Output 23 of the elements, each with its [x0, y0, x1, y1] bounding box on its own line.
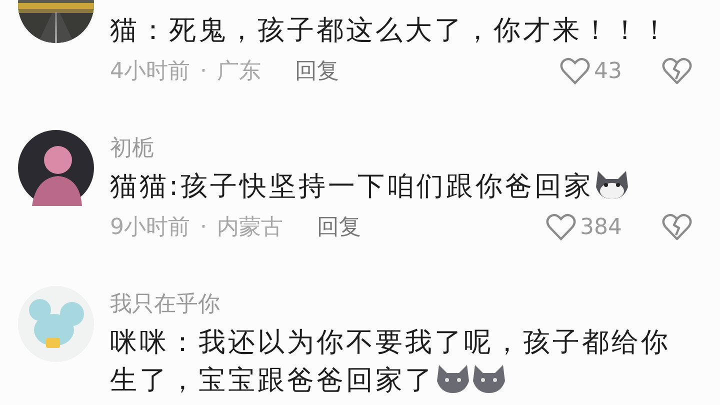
- broken-heart-icon: [662, 213, 692, 241]
- dislike-button[interactable]: [662, 57, 692, 85]
- like-button[interactable]: 43: [560, 57, 622, 85]
- avatar-icon[interactable]: [18, 130, 94, 206]
- reply-button[interactable]: 回复: [295, 56, 339, 86]
- like-button[interactable]: 384: [546, 213, 622, 241]
- dislike-button[interactable]: [662, 213, 692, 241]
- separator-dot: ·: [200, 58, 207, 84]
- cat-sticker-icon: [470, 363, 506, 395]
- username[interactable]: 我只在乎你: [110, 286, 700, 324]
- husky-sticker-icon: [594, 169, 630, 201]
- reply-button[interactable]: 回复: [317, 212, 361, 242]
- separator-dot: ·: [200, 214, 207, 240]
- comment-text: 猫：死鬼，孩子都这么大了，你才来！！！: [110, 14, 672, 48]
- username[interactable]: 初栀: [110, 130, 700, 168]
- timestamp: 4小时前: [110, 58, 190, 86]
- broken-heart-icon: [662, 57, 692, 85]
- location: 广东: [217, 58, 261, 86]
- comment-text: 咪咪：我还以为你不要我了呢，孩子都给你生了，宝宝跟爸爸回家了: [110, 326, 672, 398]
- location: 内蒙古: [217, 214, 283, 242]
- timestamp: 9小时前: [110, 214, 190, 242]
- cat-sticker-icon: [434, 363, 470, 395]
- comment-text: 猫猫:孩子快坚持一下咱们跟你爸回家: [110, 168, 682, 206]
